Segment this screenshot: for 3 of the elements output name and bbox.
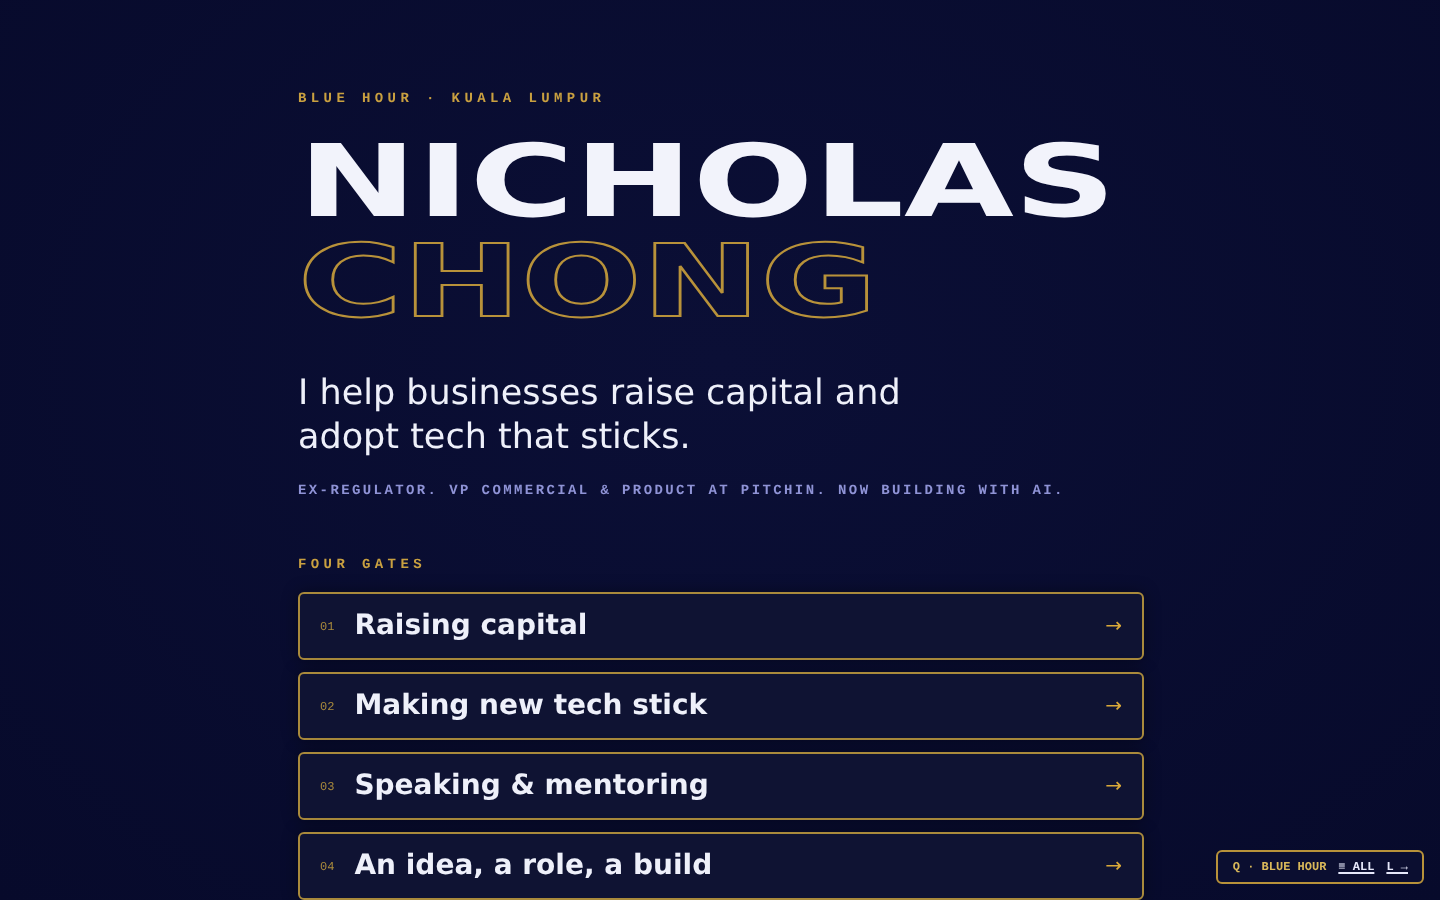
last-name-heading: CHONG (298, 231, 878, 332)
first-name-heading: NICHOLAS (298, 131, 1117, 232)
headline: I help businesses raise capital and adopt tech that sticks. (298, 371, 903, 460)
